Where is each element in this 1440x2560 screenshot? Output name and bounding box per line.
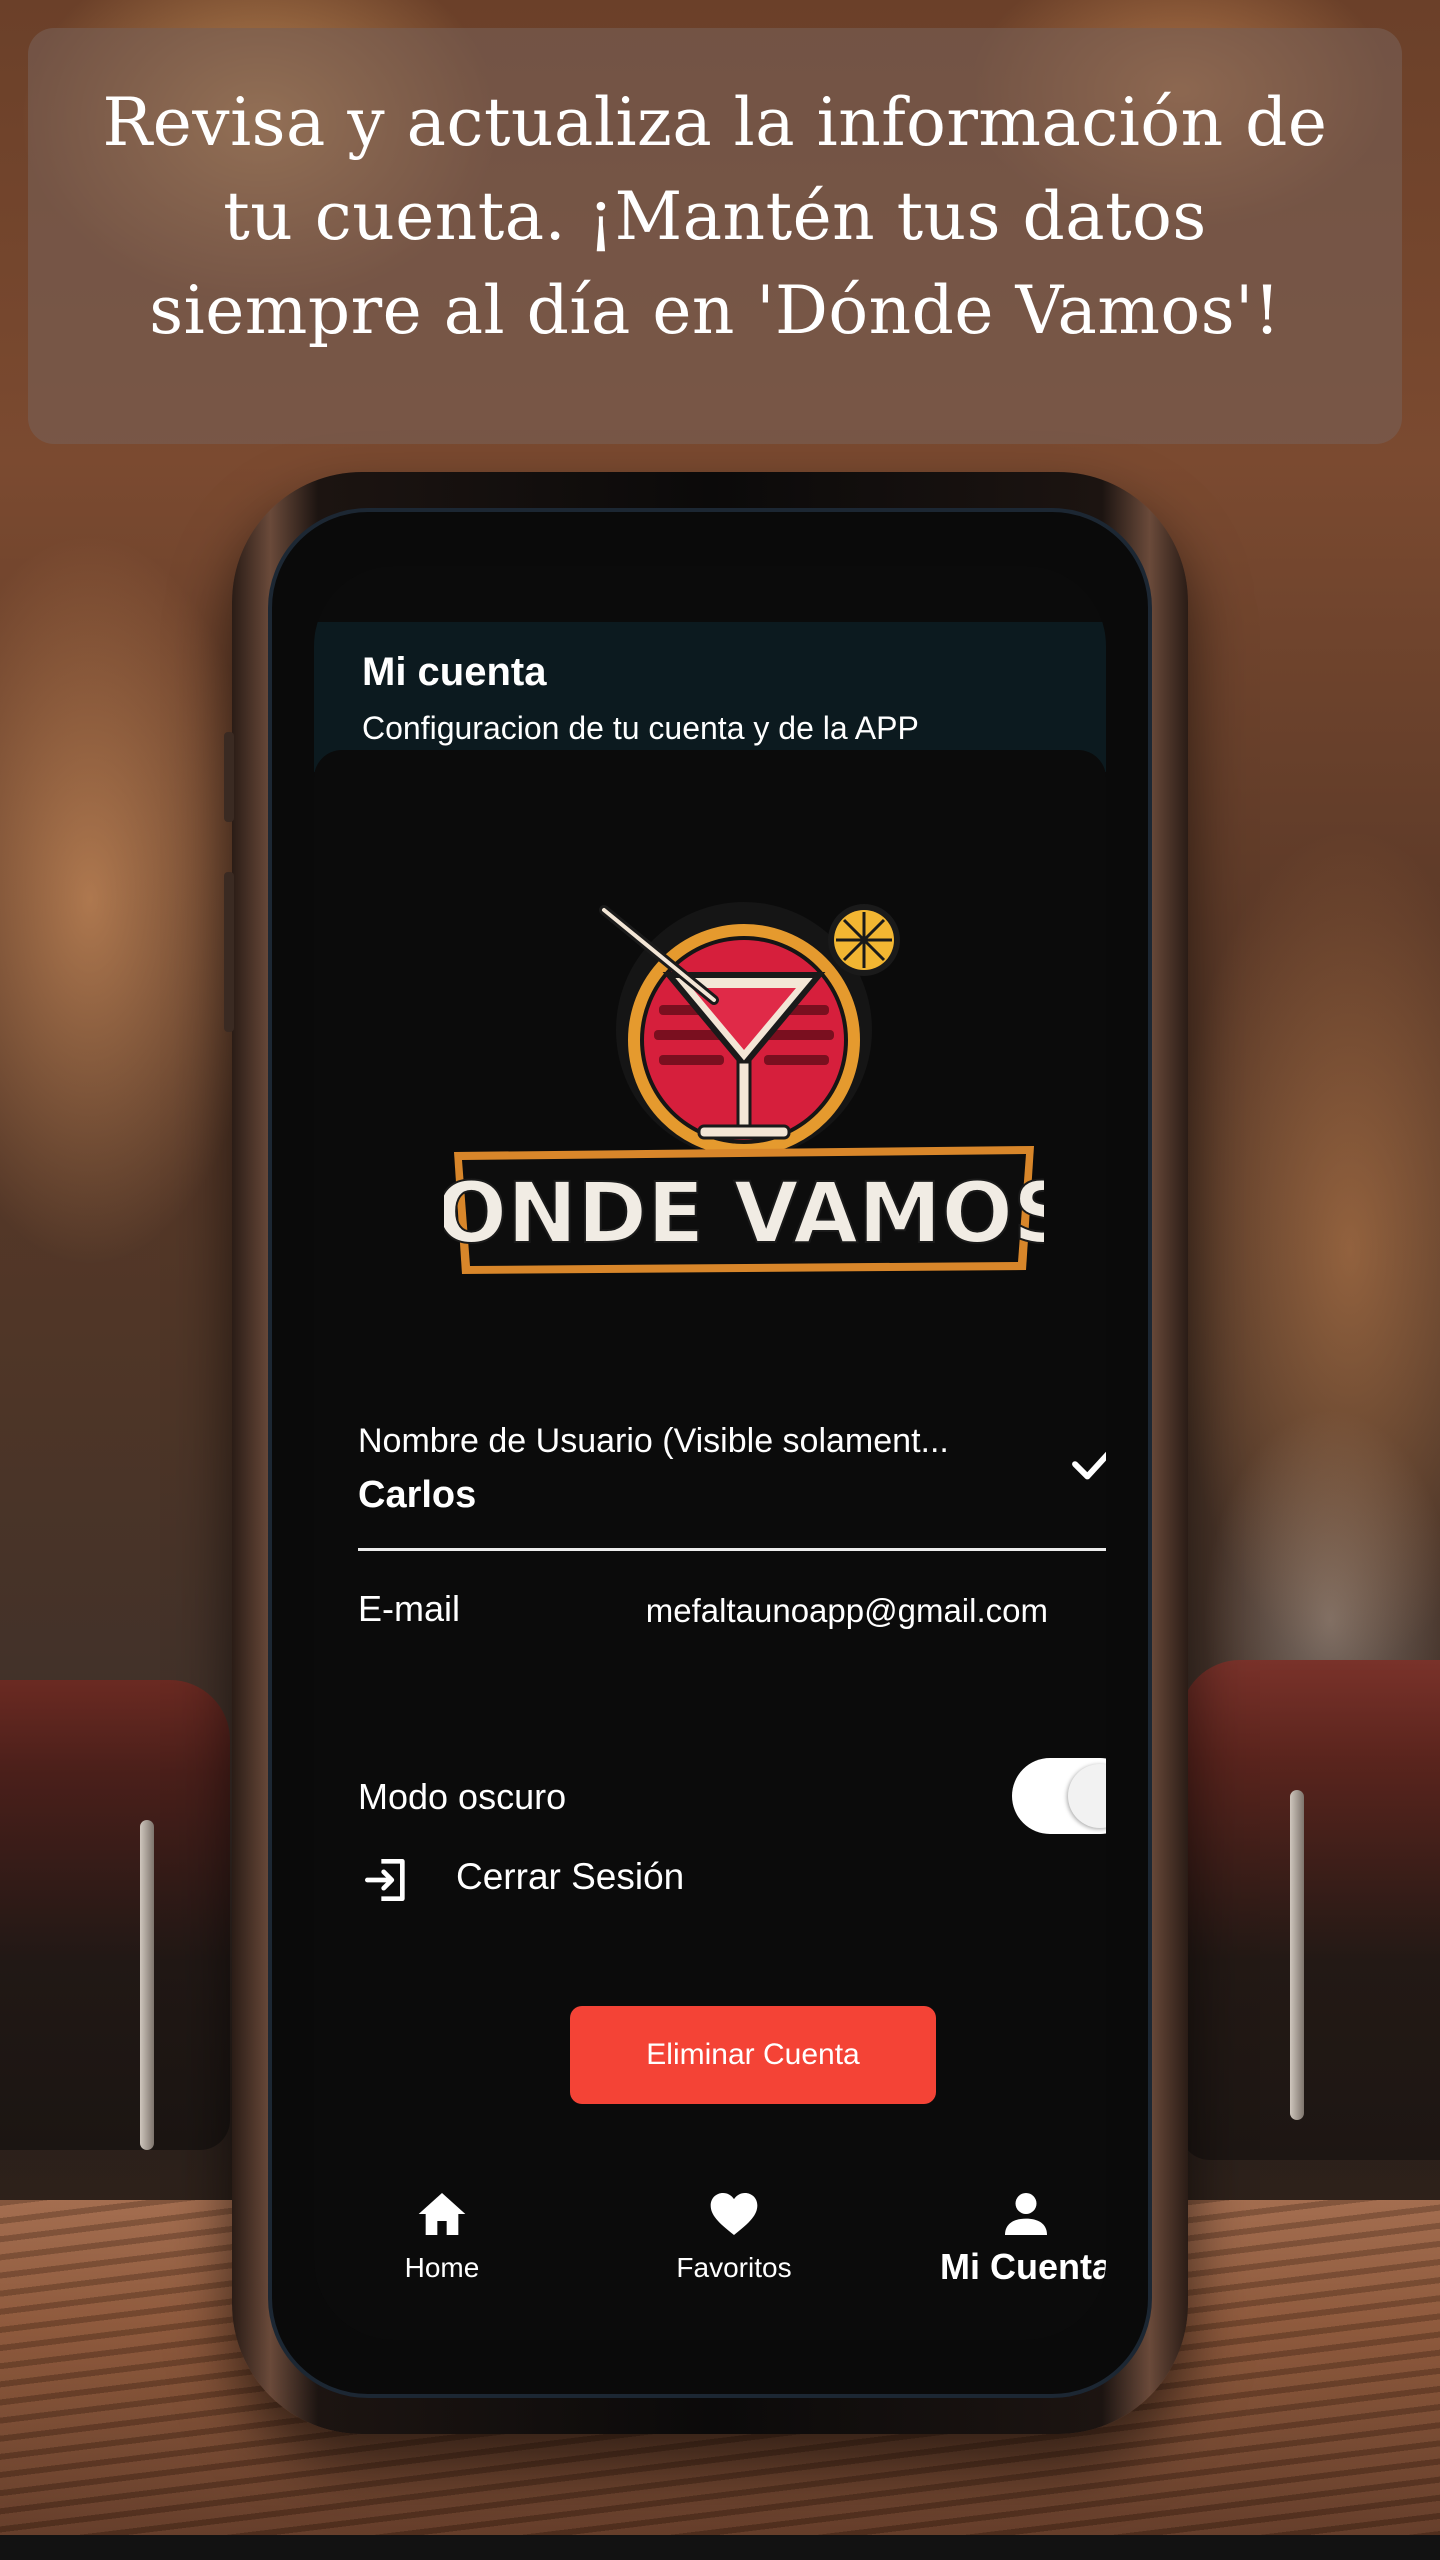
person-icon: [1005, 2193, 1047, 2235]
toggle-knob: [1068, 1764, 1106, 1828]
nav-item-mi-cuenta[interactable]: Mi Cuenta: [926, 2170, 1106, 2320]
glass-base: [697, 1124, 791, 1140]
bottom-navigation: Home Favoritos Mi Cuenta: [314, 2170, 1106, 2320]
nav-item-home[interactable]: Home: [342, 2170, 542, 2320]
logo-text: DONDE VAMOS?: [444, 1164, 1044, 1262]
caption-text: Revisa y actualiza la información de tu …: [102, 84, 1328, 349]
check-icon[interactable]: [1066, 1436, 1106, 1490]
nav-label-favoritos: Favoritos: [676, 2252, 792, 2283]
page-subtitle: Configuracion de tu cuenta y de la APP: [362, 710, 919, 746]
bar-stool-right: [1180, 1660, 1440, 2160]
username-label: Nombre de Usuario (Visible solament...: [358, 1422, 949, 1460]
logout-icon[interactable]: [358, 1852, 414, 1908]
dark-mode-label: Modo oscuro: [358, 1776, 567, 1817]
heart-icon: [710, 2193, 758, 2235]
username-underline: [358, 1548, 1106, 1551]
nav-item-favoritos[interactable]: Favoritos: [634, 2170, 834, 2320]
phone-volume-button: [224, 872, 234, 1032]
lemon-segments: [836, 912, 892, 968]
caption-banner: Revisa y actualiza la información de tu …: [28, 28, 1402, 444]
page-title: Mi cuenta: [362, 650, 547, 694]
phone-device: Mi cuenta Configuracion de tu cuenta y d…: [224, 472, 1188, 2434]
username-value[interactable]: Carlos: [358, 1474, 476, 1517]
phone-side-button: [224, 732, 234, 822]
account-content: DONDE VAMOS? Nombre de Usuario (Visible …: [314, 750, 1106, 2340]
logout-button[interactable]: Cerrar Sesión: [456, 1856, 684, 1898]
phone-screen: Mi cuenta Configuracion de tu cuenta y d…: [314, 566, 1106, 2340]
phone-bezel: Mi cuenta Configuracion de tu cuenta y d…: [268, 508, 1152, 2398]
app-logo: DONDE VAMOS?: [444, 902, 1044, 1274]
bar-stool-left: [0, 1680, 230, 2150]
dark-mode-toggle[interactable]: [1012, 1758, 1106, 1834]
nav-label-mi-cuenta: Mi Cuenta: [939, 2246, 1106, 2287]
glass-stem: [736, 1060, 752, 1132]
delete-account-button[interactable]: Eliminar Cuenta: [570, 2006, 936, 2104]
email-value: mefaltaunoapp@gmail.com: [645, 1592, 1048, 1629]
email-label: E-mail: [358, 1588, 461, 1629]
nav-label-home: Home: [404, 2252, 480, 2283]
home-icon: [418, 2193, 466, 2235]
bottom-strip: [0, 2535, 1440, 2560]
